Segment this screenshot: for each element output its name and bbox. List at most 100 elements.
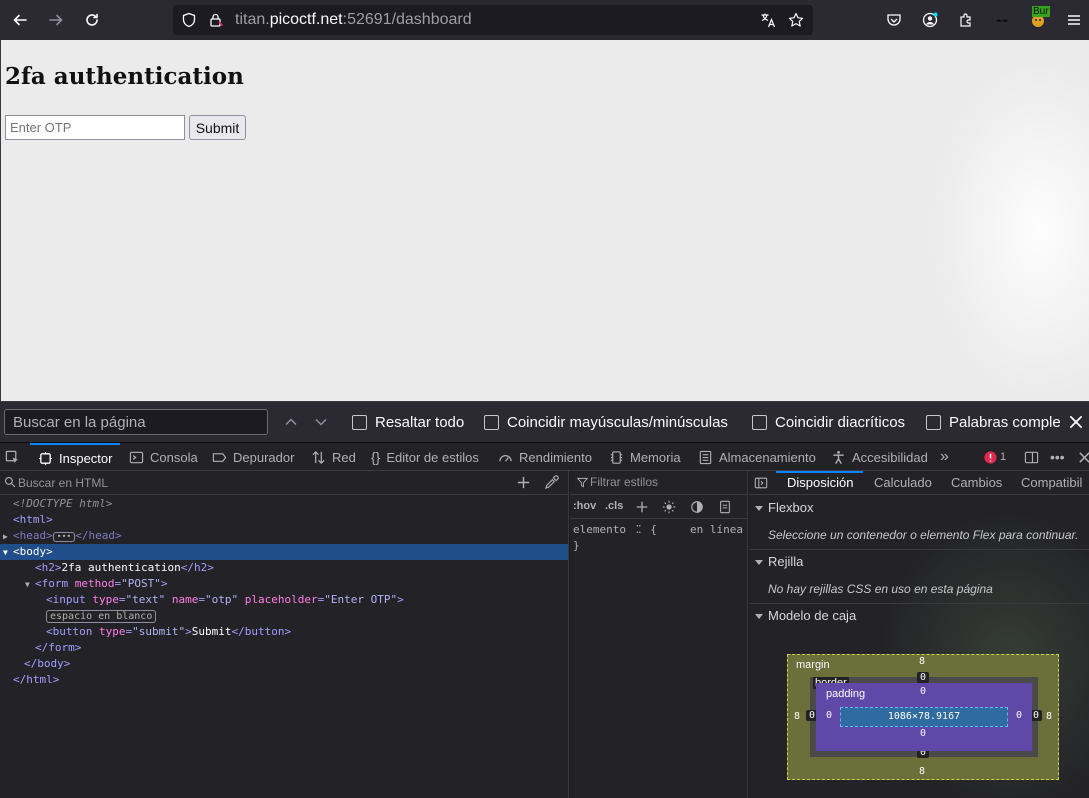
margin-right-value[interactable]: 8 [1043,711,1055,722]
devtools-menu-button[interactable]: ••• [1050,443,1065,471]
tab-storage[interactable]: Almacenamiento [698,443,816,471]
padding-right-value[interactable]: 0 [1013,710,1025,721]
padding-label: padding [826,688,866,700]
markup-line[interactable]: ▶ <head> ••• </head> [0,528,568,544]
find-input[interactable] [4,409,268,435]
add-node-icon[interactable] [516,475,531,490]
dock-options-button[interactable] [1024,443,1039,471]
box-model-margin[interactable]: margin 8 8 8 8 border 0 0 0 0 padding 0 … [787,654,1059,780]
hov-toggle[interactable]: :hov [573,500,596,512]
filter-styles-input[interactable] [590,475,740,489]
url-bar[interactable]: titan.picoctf.net:52691/dashboard [173,5,813,35]
margin-label: margin [796,659,830,671]
markup-line[interactable]: ▼ <form method="POST"> [0,576,568,592]
markup-line[interactable]: </form> [0,640,568,656]
markup-line[interactable]: <h2>2fa authentication</h2> [0,560,568,576]
collapse-triangle-icon[interactable]: ▼ [25,577,35,593]
url-text[interactable]: titan.picoctf.net:52691/dashboard [235,11,472,29]
tab-style-editor[interactable]: {} Editor de estilos [371,443,479,471]
box-model-padding[interactable]: padding 0 0 0 0 1086×78.9167 [816,683,1032,751]
tab-changes[interactable]: Cambios [951,475,1002,490]
submit-button[interactable]: Submit [189,115,246,140]
tab-network[interactable]: Red [311,443,356,471]
markup-line-selected[interactable]: ▼ <body> [0,544,568,560]
tab-compatibility[interactable]: Compatibil [1021,475,1082,490]
checkbox-box[interactable] [752,415,767,430]
whitespace-chip[interactable]: espacio en blanco [46,610,157,623]
bookmark-star-icon[interactable] [788,12,804,28]
tab-label: Rendimiento [519,449,592,465]
markup-line[interactable]: </html> [0,672,568,688]
more-tabs-button[interactable]: » [940,443,949,471]
checkbox-box[interactable] [352,415,367,430]
whole-words-checkbox[interactable]: Palabras comple [926,414,1061,431]
menu-button[interactable] [1058,4,1089,36]
margin-bottom-value[interactable]: 8 [916,766,928,777]
match-diacritics-checkbox[interactable]: Coincidir diacríticos [752,414,905,431]
forward-button[interactable] [40,4,72,36]
padding-left-value[interactable]: 0 [823,710,835,721]
add-rule-icon[interactable] [635,500,649,514]
translate-icon[interactable] [760,12,776,28]
tab-inspector[interactable]: Inspector [30,443,121,471]
eyedropper-icon[interactable] [544,475,559,490]
match-case-checkbox[interactable]: Coincidir mayúsculas/minúsculas [484,414,728,431]
markup-line[interactable]: <button type="submit">Submit</button> [0,624,568,640]
tab-memory[interactable]: Memoria [609,443,681,471]
expand-triangle-icon[interactable]: ▶ [3,529,13,545]
inline-source[interactable]: en línea [690,522,743,538]
tab-accessibility[interactable]: Accesibilidad [831,443,928,471]
collapsed-ellipsis[interactable]: ••• [52,532,76,542]
markup-line[interactable]: <html> [0,512,568,528]
console-icon [129,451,144,463]
checkbox-box[interactable] [926,415,941,430]
tab-computed[interactable]: Calculado [874,475,932,490]
checkbox-box[interactable] [484,415,499,430]
print-media-icon[interactable] [718,500,732,514]
find-previous-icon[interactable] [283,414,299,430]
dark-scheme-icon[interactable] [690,500,704,514]
margin-left-value[interactable]: 8 [791,711,803,722]
box-model-border[interactable]: border 0 0 0 0 padding 0 0 0 0 1086×78.9… [806,672,1042,758]
mustache-extension-button[interactable] [986,4,1018,36]
grid-section-header[interactable]: Rejilla [749,549,1089,573]
cls-toggle[interactable]: .cls [605,500,623,512]
collapse-triangle-icon[interactable]: ▼ [3,545,13,561]
otp-input[interactable] [5,115,185,140]
lock-warning-icon[interactable] [208,12,224,28]
boxmodel-section-header[interactable]: Modelo de caja [749,603,1089,627]
tab-layout[interactable]: Disposición [787,475,853,490]
padding-bottom-value[interactable]: 0 [917,728,929,739]
shield-icon[interactable] [181,12,197,28]
padding-top-value[interactable]: 0 [917,686,929,697]
debugger-icon [212,452,227,462]
account-icon [922,12,938,28]
light-scheme-icon[interactable] [662,500,676,514]
burp-extension-button[interactable]: Bur [1022,4,1054,36]
tab-performance[interactable]: Rendimiento [498,443,592,471]
find-next-icon[interactable] [313,414,329,430]
box-model-content[interactable]: 1086×78.9167 [840,707,1008,727]
markup-line[interactable]: espacio en blanco [0,608,568,624]
toggle-pane-icon[interactable] [754,476,768,490]
margin-top-value[interactable]: 8 [916,656,928,667]
reload-button[interactable] [76,4,108,36]
close-icon[interactable] [1067,413,1085,431]
back-button[interactable] [4,4,36,36]
flexbox-section-header[interactable]: Flexbox [749,496,1089,520]
extensions-button[interactable] [950,4,982,36]
markup-line[interactable]: <!DOCTYPE html> [0,496,568,512]
account-button[interactable] [914,4,946,36]
devtools-close-button[interactable] [1077,443,1089,471]
tab-console[interactable]: Consola [129,443,198,471]
pocket-button[interactable] [878,4,910,36]
element-rule[interactable]: elemento ⁚⁚ { en línea [570,522,747,538]
tab-debugger[interactable]: Depurador [212,443,294,471]
search-html-input[interactable] [18,475,498,491]
markup-line[interactable]: <input type="text" name="otp" placeholde… [0,592,568,608]
element-picker-icon[interactable] [5,450,20,465]
highlight-all-checkbox[interactable]: Resaltar todo [352,414,464,431]
markup-line[interactable]: </body> [0,656,568,672]
error-count-badge[interactable]: 1 [983,443,1006,471]
border-top-value[interactable]: 0 [917,672,929,683]
